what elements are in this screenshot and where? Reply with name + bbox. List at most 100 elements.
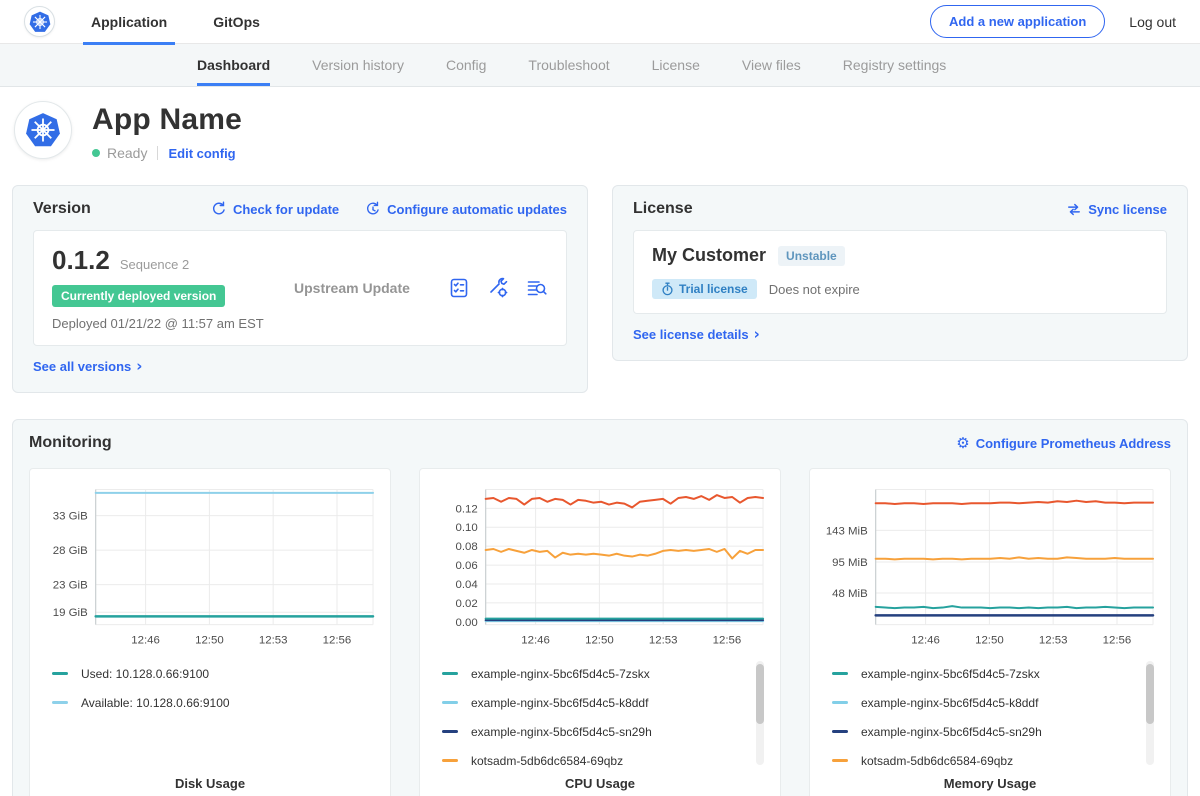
svg-text:0.12: 0.12 bbox=[455, 503, 477, 515]
logout-button[interactable]: Log out bbox=[1129, 14, 1176, 30]
chevron-right-icon: › bbox=[136, 359, 142, 374]
edit-config-link[interactable]: Edit config bbox=[168, 146, 235, 161]
svg-text:12:53: 12:53 bbox=[649, 635, 678, 647]
legend-label: example-nginx-5bc6f5d4c5-sn29h bbox=[471, 725, 652, 739]
svg-text:0.02: 0.02 bbox=[455, 598, 477, 610]
legend-item: example-nginx-5bc6f5d4c5-sn29h bbox=[442, 717, 766, 746]
gear-icon: ⚙ bbox=[956, 434, 969, 452]
legend-scrollbar[interactable] bbox=[756, 661, 764, 765]
legend-scrollbar[interactable] bbox=[1146, 661, 1154, 765]
tab-version-history[interactable]: Version history bbox=[312, 44, 404, 86]
cpu-usage-legend: example-nginx-5bc6f5d4c5-7zskx example-ng… bbox=[442, 659, 766, 775]
scrollbar-thumb[interactable] bbox=[756, 664, 764, 724]
customer-name: My Customer bbox=[652, 245, 766, 266]
tab-troubleshoot[interactable]: Troubleshoot bbox=[528, 44, 609, 86]
configure-prometheus-link[interactable]: ⚙ Configure Prometheus Address bbox=[956, 434, 1171, 452]
see-all-versions-link[interactable]: See all versions › bbox=[33, 359, 142, 374]
svg-text:12:53: 12:53 bbox=[1039, 635, 1068, 647]
svg-text:19 GiB: 19 GiB bbox=[53, 607, 88, 619]
tab-view-files[interactable]: View files bbox=[742, 44, 801, 86]
memory-usage-legend: example-nginx-5bc6f5d4c5-7zskx example-ng… bbox=[832, 659, 1156, 775]
monitoring-title: Monitoring bbox=[29, 434, 112, 452]
stopwatch-icon bbox=[661, 282, 674, 296]
check-for-update-link[interactable]: Check for update bbox=[211, 201, 339, 217]
version-sequence: Sequence 2 bbox=[120, 257, 189, 272]
disk-usage-chart[interactable]: 12:4612:5012:5312:5619 GiB23 GiB28 GiB33… bbox=[40, 479, 380, 651]
legend-swatch-icon bbox=[442, 759, 458, 762]
tab-registry-settings[interactable]: Registry settings bbox=[843, 44, 946, 86]
tab-dashboard[interactable]: Dashboard bbox=[197, 44, 270, 86]
memory-usage-panel: 12:4612:5012:5312:5648 MiB95 MiB143 MiB … bbox=[809, 468, 1171, 796]
legend-item: example-nginx-5bc6f5d4c5-7zskx bbox=[442, 659, 766, 688]
legend-swatch-icon bbox=[442, 730, 458, 733]
legend-label: kotsadm-5db6dc6584-69qbz bbox=[471, 754, 623, 768]
svg-text:28 GiB: 28 GiB bbox=[53, 545, 88, 557]
refresh-icon bbox=[211, 201, 227, 217]
legend-item: Available: 10.128.0.66:9100 bbox=[52, 688, 376, 717]
svg-text:12:46: 12:46 bbox=[911, 635, 940, 647]
legend-label: example-nginx-5bc6f5d4c5-k8ddf bbox=[861, 696, 1038, 710]
svg-text:12:53: 12:53 bbox=[259, 635, 288, 647]
legend-swatch-icon bbox=[52, 672, 68, 675]
version-card-title: Version bbox=[33, 200, 91, 218]
svg-text:0.08: 0.08 bbox=[455, 541, 477, 553]
cpu-usage-panel: 12:4612:5012:5312:560.000.020.040.060.08… bbox=[419, 468, 781, 796]
svg-text:12:56: 12:56 bbox=[1103, 635, 1132, 647]
add-application-button[interactable]: Add a new application bbox=[930, 5, 1105, 38]
svg-text:12:56: 12:56 bbox=[713, 635, 742, 647]
status-text: Ready bbox=[107, 145, 147, 161]
chart-title: Memory Usage bbox=[820, 776, 1160, 795]
sync-icon bbox=[1066, 202, 1082, 217]
legend-item: kotsadm-5db6dc6584-69qbz bbox=[442, 746, 766, 775]
svg-text:0.10: 0.10 bbox=[455, 522, 477, 534]
channel-badge: Unstable bbox=[778, 246, 845, 266]
preflight-checks-icon[interactable] bbox=[448, 277, 470, 299]
monitoring-card: Monitoring ⚙ Configure Prometheus Addres… bbox=[12, 419, 1188, 796]
view-logs-icon[interactable] bbox=[526, 277, 548, 299]
legend-item: example-nginx-5bc6f5d4c5-k8ddf bbox=[442, 688, 766, 717]
disk-usage-legend: Used: 10.128.0.66:9100 Available: 10.128.… bbox=[52, 659, 376, 775]
nav-tab-application[interactable]: Application bbox=[91, 0, 167, 44]
svg-text:95 MiB: 95 MiB bbox=[832, 557, 868, 569]
license-card-title: License bbox=[633, 200, 693, 218]
chart-title: CPU Usage bbox=[430, 776, 770, 795]
configure-automatic-updates-link[interactable]: Configure automatic updates bbox=[365, 201, 567, 217]
sync-license-link[interactable]: Sync license bbox=[1066, 202, 1167, 217]
disk-usage-panel: 12:4612:5012:5312:5619 GiB23 GiB28 GiB33… bbox=[29, 468, 391, 796]
deployed-badge: Currently deployed version bbox=[52, 285, 225, 307]
status-dot-icon bbox=[92, 149, 100, 157]
deployed-date: Deployed 01/21/22 @ 11:57 am EST bbox=[52, 316, 282, 331]
legend-label: Used: 10.128.0.66:9100 bbox=[81, 667, 209, 681]
legend-swatch-icon bbox=[442, 701, 458, 704]
svg-text:12:50: 12:50 bbox=[195, 635, 224, 647]
configure-wrench-icon[interactable] bbox=[487, 277, 509, 299]
chart-title: Disk Usage bbox=[40, 776, 380, 795]
legend-label: kotsadm-5db6dc6584-69qbz bbox=[861, 754, 1013, 768]
tab-config[interactable]: Config bbox=[446, 44, 486, 86]
nav-tab-gitops[interactable]: GitOps bbox=[213, 0, 260, 44]
cards-row: Version Check for update Configure autom… bbox=[0, 177, 1200, 393]
legend-swatch-icon bbox=[832, 730, 848, 733]
app-header: App Name Ready Edit config bbox=[0, 87, 1200, 177]
divider bbox=[157, 146, 158, 160]
app-sub-nav: Dashboard Version history Config Trouble… bbox=[0, 44, 1200, 87]
trial-license-badge: Trial license bbox=[652, 279, 757, 299]
see-license-details-link[interactable]: See license details › bbox=[633, 327, 760, 342]
svg-text:23 GiB: 23 GiB bbox=[53, 580, 88, 592]
svg-text:12:50: 12:50 bbox=[975, 635, 1004, 647]
tab-license[interactable]: License bbox=[652, 44, 700, 86]
svg-text:33 GiB: 33 GiB bbox=[53, 511, 88, 523]
svg-text:0.00: 0.00 bbox=[455, 617, 477, 629]
legend-swatch-icon bbox=[442, 672, 458, 675]
svg-text:48 MiB: 48 MiB bbox=[832, 588, 868, 600]
svg-text:12:46: 12:46 bbox=[521, 635, 550, 647]
legend-swatch-icon bbox=[832, 672, 848, 675]
legend-item: example-nginx-5bc6f5d4c5-k8ddf bbox=[832, 688, 1156, 717]
legend-item: example-nginx-5bc6f5d4c5-7zskx bbox=[832, 659, 1156, 688]
license-card: License Sync license My Customer Unstabl… bbox=[612, 185, 1188, 361]
cpu-usage-chart[interactable]: 12:4612:5012:5312:560.000.020.040.060.08… bbox=[430, 479, 770, 651]
legend-label: example-nginx-5bc6f5d4c5-k8ddf bbox=[471, 696, 648, 710]
memory-usage-chart[interactable]: 12:4612:5012:5312:5648 MiB95 MiB143 MiB bbox=[820, 479, 1160, 651]
scrollbar-thumb[interactable] bbox=[1146, 664, 1154, 724]
legend-item: example-nginx-5bc6f5d4c5-sn29h bbox=[832, 717, 1156, 746]
